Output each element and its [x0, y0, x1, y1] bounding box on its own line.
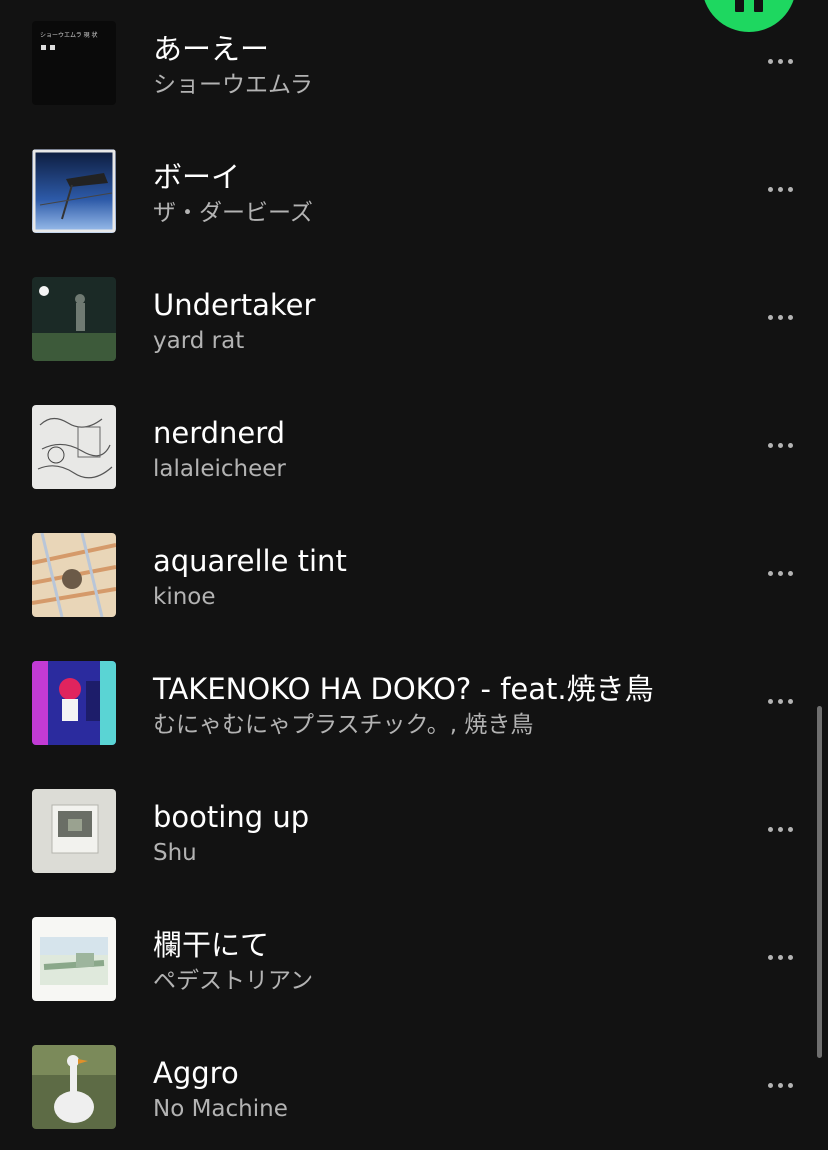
scrollbar[interactable] — [817, 706, 822, 1058]
album-cover — [32, 1045, 116, 1129]
track-title: TAKENOKO HA DOKO? - feat.焼き鳥 — [153, 672, 654, 706]
pause-icon — [735, 0, 763, 12]
more-options-icon[interactable] — [756, 559, 804, 587]
track-row[interactable]: 欄干にて ペデストリアン — [0, 899, 828, 1011]
track-title: 欄干にて — [153, 928, 270, 962]
more-options-icon[interactable] — [756, 303, 804, 331]
album-cover — [32, 661, 116, 745]
more-options-icon[interactable] — [756, 815, 804, 843]
album-cover — [32, 917, 116, 1001]
track-title: nerdnerd — [153, 416, 286, 450]
track-artist: kinoe — [153, 584, 216, 610]
track-artist: ザ・ダービーズ — [153, 200, 313, 226]
track-artist: lalaleicheer — [153, 456, 286, 482]
track-title: Undertaker — [153, 288, 316, 322]
track-row[interactable]: TAKENOKO HA DOKO? - feat.焼き鳥 むにゃむにゃプラスチッ… — [0, 643, 828, 755]
track-title: あーえー — [153, 32, 270, 66]
track-list: ショーウエムラ 現 状 あーえー ショーウエムラ ボーイ ザ・ダービーズ Und… — [0, 0, 828, 1150]
track-row[interactable]: ショーウエムラ 現 状 あーえー ショーウエムラ — [0, 3, 828, 115]
track-artist: ペデストリアン — [153, 968, 314, 994]
track-row[interactable]: aquarelle tint kinoe — [0, 515, 828, 627]
track-artist: ショーウエムラ — [153, 72, 313, 98]
track-title: ボーイ — [153, 160, 241, 194]
more-options-icon[interactable] — [756, 47, 804, 75]
more-options-icon[interactable] — [756, 175, 804, 203]
track-artist: Shu — [153, 840, 197, 866]
track-title: Aggro — [153, 1056, 239, 1090]
track-title: aquarelle tint — [153, 544, 347, 578]
track-row[interactable]: Undertaker yard rat — [0, 259, 828, 371]
album-cover: ショーウエムラ 現 状 — [32, 21, 116, 105]
more-options-icon[interactable] — [756, 687, 804, 715]
track-row[interactable]: ボーイ ザ・ダービーズ — [0, 131, 828, 243]
track-title: booting up — [153, 800, 310, 834]
track-row[interactable]: Aggro No Machine — [0, 1027, 828, 1139]
track-row[interactable]: booting up Shu — [0, 771, 828, 883]
album-cover — [32, 277, 116, 361]
track-row[interactable]: nerdnerd lalaleicheer — [0, 387, 828, 499]
more-options-icon[interactable] — [756, 431, 804, 459]
track-artist: むにゃむにゃプラスチック。, 焼き鳥 — [153, 712, 534, 738]
album-cover — [32, 405, 116, 489]
album-cover — [32, 149, 116, 233]
album-cover — [32, 533, 116, 617]
album-art-text: ショーウエムラ 現 状 — [40, 31, 98, 39]
more-options-icon[interactable] — [756, 1071, 804, 1099]
track-artist: No Machine — [153, 1096, 288, 1122]
album-cover — [32, 789, 116, 873]
track-artist: yard rat — [153, 328, 245, 354]
more-options-icon[interactable] — [756, 943, 804, 971]
